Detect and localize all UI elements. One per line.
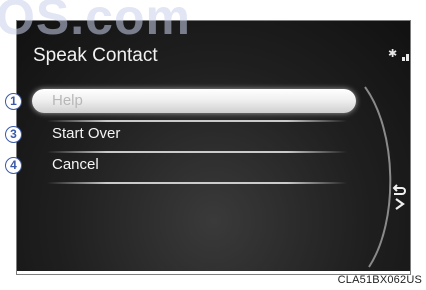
menu-item-label: Cancel [52,156,99,173]
display-screen: Speak Contact ✱ Help Start Over Cancel [17,21,410,271]
divider [47,182,347,184]
menu-item-cancel[interactable]: Cancel [32,153,356,177]
menu-item-label: Help [52,92,83,109]
signal-icon [402,54,409,61]
back-arc [364,86,392,268]
menu-item-help[interactable]: Help [32,89,356,113]
callout-badge: 1 [5,93,22,110]
callout-badge: 3 [5,126,22,143]
bluetooth-icon: ✱ [388,48,398,60]
menu-item-label: Start Over [52,125,121,142]
watermark-logo: OS.com [0,0,191,45]
figure-code: CLA51BX062US [337,274,422,286]
callout-badge: 4 [5,157,22,174]
screen-title: Speak Contact [33,45,158,66]
back-button[interactable] [389,181,410,215]
menu-item-start-over[interactable]: Start Over [32,122,356,146]
